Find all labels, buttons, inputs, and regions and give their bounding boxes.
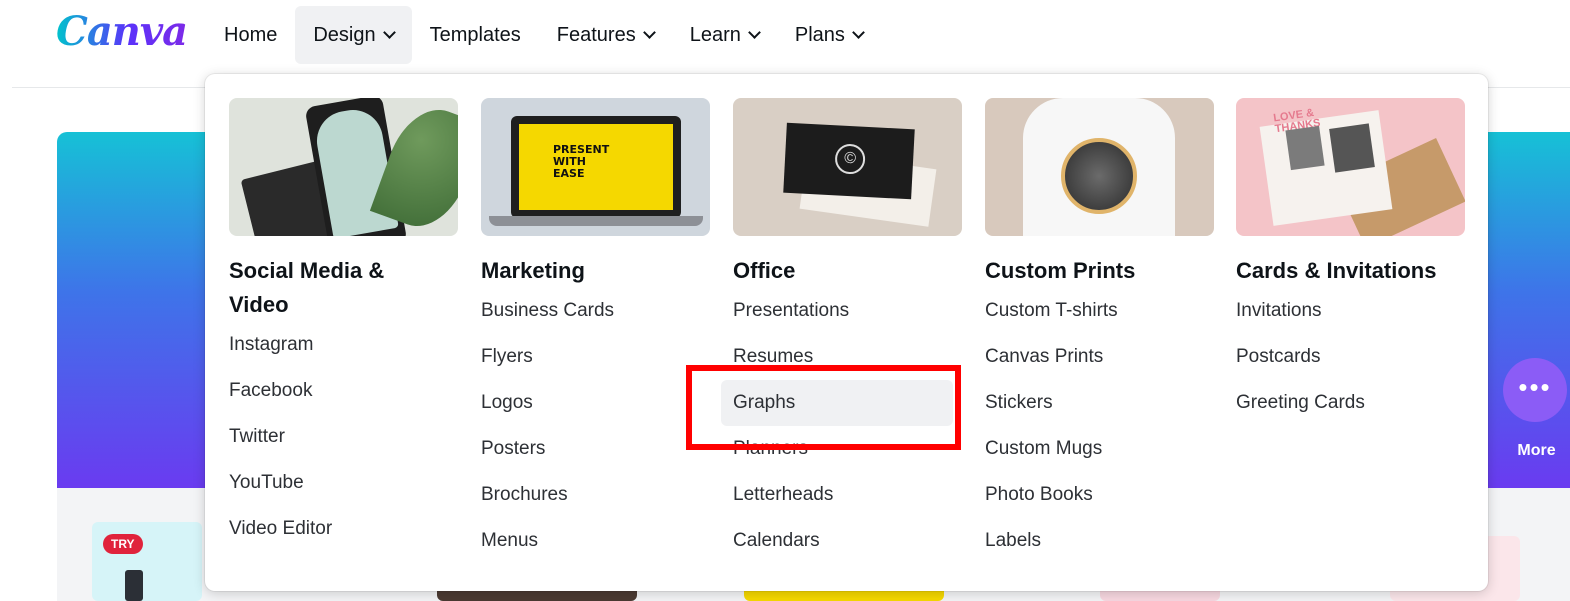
laptop-shape: PRESENT WITH EASE: [511, 116, 681, 218]
nav-design-label: Design: [313, 23, 376, 46]
main-nav: Home Design Templates Features Learn Pla…: [206, 6, 881, 64]
menu-link-brochures[interactable]: Brochures: [481, 472, 711, 518]
menu-link-canvas-prints[interactable]: Canvas Prints: [985, 334, 1215, 380]
more-shortcut[interactable]: ••• More: [1503, 358, 1570, 460]
more-dots-icon[interactable]: •••: [1503, 358, 1567, 422]
menu-heading-office[interactable]: Office: [733, 254, 963, 288]
menu-heading-custom-prints[interactable]: Custom Prints: [985, 254, 1215, 288]
nav-templates-label: Templates: [429, 23, 521, 46]
nav-home[interactable]: Home: [206, 6, 295, 64]
menu-link-logos[interactable]: Logos: [481, 380, 711, 426]
menu-link-video-editor[interactable]: Video Editor: [229, 506, 459, 552]
social-media-image[interactable]: [229, 98, 458, 236]
menu-link-twitter[interactable]: Twitter: [229, 414, 459, 460]
menu-link-instagram[interactable]: Instagram: [229, 322, 459, 368]
nav-features[interactable]: Features: [539, 6, 672, 64]
canva-logo[interactable]: Canva: [56, 8, 188, 55]
office-image[interactable]: ©: [733, 98, 962, 236]
menu-heading-social-media[interactable]: Social Media & Video: [229, 254, 429, 322]
highlight-annotation-box: [686, 365, 961, 450]
menu-link-menus[interactable]: Menus: [481, 518, 711, 564]
menu-links: Business Cards Flyers Logos Posters Broc…: [481, 288, 711, 564]
menu-column-cards-invitations: LOVE & THANKS Cards & Invitations Invita…: [1236, 98, 1466, 426]
menu-link-calendars[interactable]: Calendars: [733, 518, 963, 564]
nav-learn-label: Learn: [689, 23, 741, 46]
menu-link-business-cards[interactable]: Business Cards: [481, 288, 711, 334]
laptop-screen: PRESENT WITH EASE: [519, 124, 673, 210]
menu-heading-marketing[interactable]: Marketing: [481, 254, 711, 288]
tshirt-print: [1061, 138, 1137, 214]
menu-link-presentations[interactable]: Presentations: [733, 288, 963, 334]
menu-column-marketing: PRESENT WITH EASE Marketing Business Car…: [481, 98, 711, 564]
nav-design[interactable]: Design: [295, 6, 412, 64]
menu-links: Instagram Facebook Twitter YouTube Video…: [229, 322, 459, 552]
menu-link-facebook[interactable]: Facebook: [229, 368, 459, 414]
business-card-front: ©: [783, 122, 915, 200]
nav-plans[interactable]: Plans: [777, 6, 881, 64]
menu-link-photo-books[interactable]: Photo Books: [985, 472, 1215, 518]
design-dropdown-menu: Social Media & Video Instagram Facebook …: [205, 74, 1488, 591]
menu-links: Custom T-shirts Canvas Prints Stickers C…: [985, 288, 1215, 564]
nav-plans-label: Plans: [794, 23, 845, 46]
menu-link-youtube[interactable]: YouTube: [229, 460, 459, 506]
chevron-down-icon: [852, 25, 865, 39]
card-photo: [1285, 125, 1325, 171]
laptop-base: [489, 216, 703, 226]
nav-home-label: Home: [224, 23, 278, 46]
try-badge: TRY: [103, 534, 143, 554]
present-with-ease-text: PRESENT WITH EASE: [553, 143, 610, 180]
menu-link-letterheads[interactable]: Letterheads: [733, 472, 963, 518]
menu-link-invitations[interactable]: Invitations: [1236, 288, 1466, 334]
menu-link-posters[interactable]: Posters: [481, 426, 711, 472]
menu-column-custom-prints: Custom Prints Custom T-shirts Canvas Pri…: [985, 98, 1215, 564]
marketing-image[interactable]: PRESENT WITH EASE: [481, 98, 710, 236]
menu-link-postcards[interactable]: Postcards: [1236, 334, 1466, 380]
cards-invitations-image[interactable]: LOVE & THANKS: [1236, 98, 1465, 236]
menu-link-flyers[interactable]: Flyers: [481, 334, 711, 380]
nav-learn[interactable]: Learn: [672, 6, 777, 64]
menu-heading-cards-invitations[interactable]: Cards & Invitations: [1236, 254, 1466, 288]
nav-features-label: Features: [556, 23, 636, 46]
menu-link-stickers[interactable]: Stickers: [985, 380, 1215, 426]
custom-prints-image[interactable]: [985, 98, 1214, 236]
chevron-down-icon: [642, 25, 656, 39]
template-thumbnail-phone: [125, 570, 143, 601]
menu-links: Invitations Postcards Greeting Cards: [1236, 288, 1466, 426]
menu-link-custom-tshirts[interactable]: Custom T-shirts: [985, 288, 1215, 334]
chevron-down-icon: [382, 25, 396, 39]
menu-link-labels[interactable]: Labels: [985, 518, 1215, 564]
menu-link-custom-mugs[interactable]: Custom Mugs: [985, 426, 1215, 472]
chevron-down-icon: [748, 25, 761, 39]
more-label: More: [1517, 442, 1556, 459]
menu-column-social-media: Social Media & Video Instagram Facebook …: [229, 98, 459, 552]
nav-templates[interactable]: Templates: [412, 6, 539, 64]
menu-link-greeting-cards[interactable]: Greeting Cards: [1236, 380, 1466, 426]
menu-column-office: © Office Presentations Resumes Graphs Pl…: [721, 98, 963, 564]
copyright-icon: ©: [834, 143, 866, 175]
card-photo: [1329, 123, 1375, 173]
